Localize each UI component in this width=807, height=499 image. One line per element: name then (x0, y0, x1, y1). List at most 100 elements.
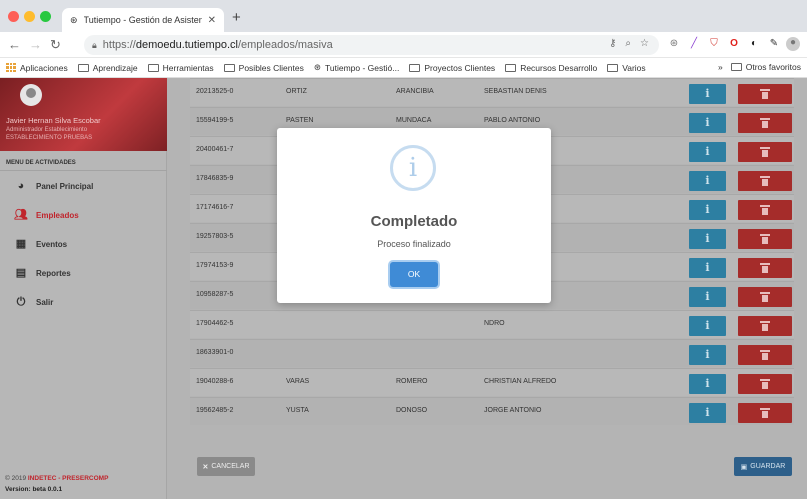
sidebar: Javier Hernan Silva Escobar Administrado… (0, 78, 167, 499)
close-window-button[interactable] (8, 11, 19, 22)
maternal-surname-cell: DONOSO (396, 407, 428, 414)
folder-icon (730, 63, 742, 71)
info-button[interactable]: i (689, 345, 726, 365)
delete-button[interactable] (738, 403, 792, 423)
delete-button[interactable] (738, 374, 792, 394)
sidebar-item-label: Empleados (36, 210, 79, 220)
info-button[interactable]: i (689, 171, 726, 191)
bookmark-folder[interactable]: Recursos Desarrollo (505, 63, 597, 73)
sidebar-item-salir[interactable]: ⏻ Salir (14, 296, 54, 308)
color-picker-icon[interactable]: ✎ (768, 38, 780, 50)
delete-button[interactable] (738, 258, 792, 278)
bookmark-link[interactable]: ⊛ Tutiempo - Gestió... (314, 62, 399, 73)
info-button[interactable]: i (689, 229, 726, 249)
extension-icon[interactable]: ⊛ (668, 38, 680, 50)
bookmark-folder[interactable]: Varios (607, 63, 646, 73)
delete-button[interactable] (738, 345, 792, 365)
bookmark-folder[interactable]: Posibles Clientes (223, 63, 304, 73)
trash-icon (760, 379, 770, 389)
trash-icon (760, 321, 770, 331)
file-icon: ▤ (15, 267, 27, 279)
delete-button[interactable] (738, 84, 792, 104)
close-tab-icon[interactable]: ✕ (208, 15, 216, 26)
avatar (20, 84, 42, 106)
sync-extension-icon[interactable]: ◐ (748, 38, 760, 50)
key-icon[interactable]: ⚷ (609, 38, 616, 49)
paternal-surname-cell: ORTIZ (286, 88, 307, 95)
user-organization: ESTABLECIMIENTO PRUEBAS (6, 135, 93, 141)
table-row: 19562485-2 YUSTA DONOSO JORGE ANTONIO i (190, 397, 794, 425)
save-button[interactable]: ▣ GUARDAR (734, 457, 792, 476)
zoom-window-button[interactable] (40, 11, 51, 22)
delete-button[interactable] (738, 113, 792, 133)
bookmark-folder[interactable]: Proyectos Clientes (409, 63, 495, 73)
bookmark-apps[interactable]: Aplicaciones (6, 62, 68, 73)
dialog-message: Proceso finalizado (377, 239, 451, 249)
info-button[interactable]: i (689, 84, 726, 104)
paternal-surname-cell: VARAS (286, 378, 310, 385)
profile-panel: Javier Hernan Silva Escobar Administrado… (0, 78, 167, 151)
star-icon[interactable]: ☆ (640, 38, 649, 49)
forward-icon[interactable]: → (29, 37, 42, 52)
info-button[interactable]: i (689, 113, 726, 133)
sidebar-item-panel-principal[interactable]: ◕ Panel Principal (14, 180, 94, 192)
copyright: © 2019 INDETEC - PRESERCOMP (5, 475, 109, 482)
info-button[interactable]: i (689, 142, 726, 162)
search-icon[interactable]: ⌕ (625, 38, 631, 49)
trash-icon (760, 234, 770, 244)
address-bar[interactable]: 🔒︎ https://demoedu.tutiempo.cl/empleados… (84, 35, 659, 55)
apps-grid-icon (6, 62, 16, 73)
reload-icon[interactable]: ↻ (50, 37, 61, 53)
info-button[interactable]: i (689, 200, 726, 220)
rut-cell: 19562485-2 (196, 407, 234, 414)
shield-extension-icon[interactable]: ⛉ (708, 38, 720, 50)
bookmark-folder[interactable]: Aprendizaje (77, 63, 138, 73)
delete-button[interactable] (738, 287, 792, 307)
new-tab-icon[interactable]: + (232, 9, 241, 26)
ok-button[interactable]: OK (390, 262, 438, 287)
info-button[interactable]: i (689, 374, 726, 394)
info-button[interactable]: i (689, 403, 726, 423)
pen-extension-icon[interactable]: ╱ (688, 38, 700, 50)
opera-extension-icon[interactable]: O (728, 38, 740, 50)
info-button[interactable]: i (689, 258, 726, 278)
delete-button[interactable] (738, 142, 792, 162)
delete-button[interactable] (738, 316, 792, 336)
url-text: https://demoedu.tutiempo.cl/empleados/ma… (102, 39, 333, 51)
delete-button[interactable] (738, 200, 792, 220)
rut-cell: 15594199-5 (196, 117, 234, 124)
trash-icon (760, 118, 770, 128)
minimize-window-button[interactable] (24, 11, 35, 22)
rut-cell: 19257803-5 (196, 233, 234, 240)
rut-cell: 17904462-5 (196, 320, 234, 327)
sidebar-item-label: Eventos (36, 239, 68, 249)
browser-tab[interactable]: ⊛ Tutiempo - Gestión de Asisten ✕ (62, 8, 224, 32)
info-button[interactable]: i (689, 316, 726, 336)
profile-avatar-icon[interactable]: ● (786, 37, 800, 51)
delete-button[interactable] (738, 171, 792, 191)
back-icon[interactable]: ← (8, 37, 21, 52)
maternal-surname-cell: ARANCIBIA (396, 88, 434, 95)
delete-button[interactable] (738, 229, 792, 249)
first-names-cell: SEBASTIAN DENIS (484, 88, 547, 95)
cancel-button[interactable]: ✕ CANCELAR (197, 457, 255, 476)
folder-icon (409, 63, 421, 72)
more-bookmarks-button[interactable]: » (718, 62, 723, 72)
other-bookmarks-folder[interactable]: Otros favoritos (730, 62, 801, 72)
sidebar-item-empleados[interactable]: 👥︎ Empleados (14, 209, 79, 221)
folder-icon (77, 63, 89, 72)
sidebar-item-eventos[interactable]: ▦ Eventos (14, 238, 67, 250)
folder-icon (223, 63, 235, 72)
paternal-surname-cell: YUSTA (286, 407, 309, 414)
rut-cell: 17974153-9 (196, 262, 234, 269)
trash-icon (760, 176, 770, 186)
rut-cell: 19040288-6 (196, 378, 234, 385)
sidebar-item-reportes[interactable]: ▤ Reportes (14, 267, 71, 279)
rut-cell: 20400461-7 (196, 146, 234, 153)
favicon-icon: ⊛ (70, 14, 78, 25)
info-button[interactable]: i (689, 287, 726, 307)
table-row: 19040288-6 VARAS ROMERO CHRISTIAN ALFREDO i (190, 368, 794, 396)
trash-icon (760, 263, 770, 273)
bookmark-folder[interactable]: Herramientas (147, 63, 214, 73)
lock-icon: 🔒︎ (92, 39, 97, 50)
